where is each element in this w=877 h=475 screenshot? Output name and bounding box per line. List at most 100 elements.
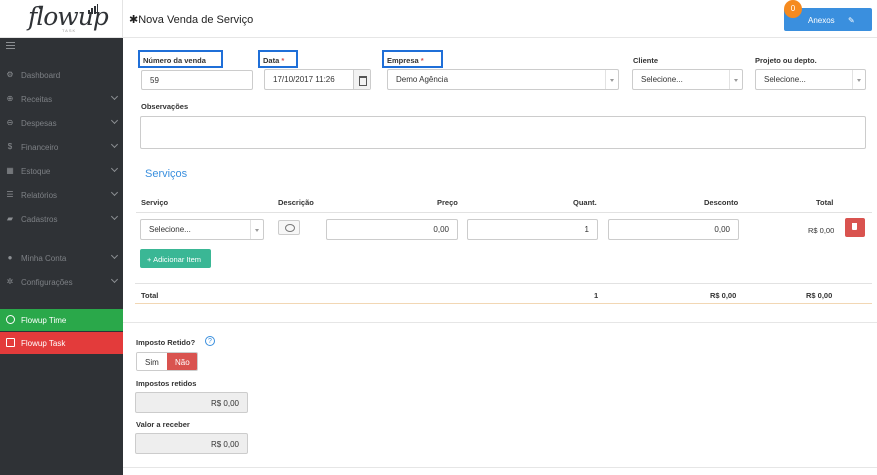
cliente-select[interactable]: Selecione... [632, 69, 743, 90]
data-label-text: Data [263, 56, 280, 65]
data-value: 17/10/2017 11:26 [273, 75, 335, 84]
sidebar-item-cadastros[interactable]: ▰ Cadastros [0, 209, 123, 229]
sim-label: Sim [145, 358, 159, 367]
dashboard-icon: ⚙ [6, 70, 14, 79]
chevron-down-icon [729, 70, 742, 89]
logo-bars-icon [88, 4, 98, 14]
projeto-label: Projeto ou depto. [755, 56, 817, 65]
question-circle-icon[interactable]: ? [205, 336, 215, 346]
flowup-task-button[interactable]: Flowup Task [0, 332, 123, 354]
col-total-header: Total [816, 198, 834, 207]
required-mark: * [281, 56, 285, 65]
calendar-icon[interactable] [353, 70, 370, 89]
sidebar-item-estoque[interactable]: ▦ Estoque [0, 161, 123, 181]
sidebar-item-minha-conta[interactable]: ● Minha Conta [0, 248, 123, 268]
impostos-retidos-value: R$ 0,00 [210, 399, 239, 408]
chevron-down-icon [110, 164, 119, 173]
servicos-title: Serviços [145, 168, 188, 180]
desconto-value: 0,00 [714, 225, 730, 234]
trash-icon[interactable] [845, 218, 865, 237]
chevron-down-icon [605, 70, 618, 89]
imposto-retido-toggle: Sim Não [136, 352, 198, 371]
dollar-icon: $ [7, 142, 13, 151]
empresa-label-text: Empresa [387, 56, 419, 65]
col-descricao-header: Descrição [278, 198, 314, 207]
sidebar-item-financeiro[interactable]: $ Financeiro [0, 137, 123, 157]
col-servico-header: Serviço [141, 198, 169, 207]
user-icon: ● [7, 253, 13, 262]
empresa-select[interactable]: Demo Agência [387, 69, 619, 90]
sidebar-item-receitas[interactable]: ⊕ Receitas [0, 89, 123, 109]
servico-select[interactable]: Selecione... [140, 219, 264, 240]
sidebar-item-label: Receitas [21, 95, 53, 104]
clock-icon [6, 315, 15, 324]
observacoes-textarea[interactable] [140, 116, 866, 149]
comment-icon[interactable] [278, 220, 300, 235]
flowup-time-label: Flowup Time [21, 316, 67, 325]
page-header: ✱Nova Venda de Serviço Anexos ✎ [123, 0, 877, 38]
servico-value: Selecione... [149, 225, 191, 234]
sidebar-item-label: Dashboard [21, 71, 61, 80]
page-title: ✱Nova Venda de Serviço [129, 13, 253, 26]
totals-row: Total 1 R$ 0,00 R$ 0,00 [135, 283, 872, 304]
impostos-retidos-label: Impostos retidos [136, 379, 197, 388]
nao-button[interactable]: Não [167, 353, 197, 370]
imposto-retido-label: Imposto Retido? [136, 338, 196, 347]
preco-value: 0,00 [433, 225, 449, 234]
menu-toggle-icon[interactable] [6, 42, 15, 49]
chevron-down-icon [110, 275, 119, 284]
logo[interactable]: flowup TASK [0, 0, 123, 38]
chevron-down-icon [110, 188, 119, 197]
preco-input[interactable]: 0,00 [326, 219, 458, 240]
required-mark: * [420, 56, 424, 65]
footer-divider [123, 467, 877, 468]
sidebar-item-label: Despesas [21, 119, 57, 128]
add-item-button[interactable]: + Adicionar Item [140, 249, 211, 268]
sidebar-item-label: Configurações [21, 278, 73, 287]
chevron-down-icon [110, 251, 119, 260]
quant-value: 1 [584, 225, 589, 234]
sidebar-item-label: Financeiro [21, 143, 59, 152]
chevron-down-icon [250, 220, 263, 239]
quant-input[interactable]: 1 [467, 219, 598, 240]
sidebar-item-label: Estoque [21, 167, 51, 176]
list-icon: ☰ [6, 190, 14, 199]
plus-circle-icon: ⊕ [6, 94, 14, 103]
paperclip-icon: ✎ [848, 16, 855, 25]
data-label: Data * [263, 56, 284, 65]
totals-quant: 1 [594, 291, 599, 300]
projeto-value: Selecione... [764, 75, 806, 84]
add-item-label: + Adicionar Item [147, 255, 201, 264]
data-input[interactable]: 17/10/2017 11:26 [264, 69, 371, 90]
chevron-down-icon [852, 70, 865, 89]
attachments-label: Anexos [808, 16, 835, 25]
sidebar-item-label: Relatórios [21, 191, 58, 200]
flowup-time-button[interactable]: Flowup Time [0, 309, 123, 331]
totals-total: R$ 0,00 [806, 291, 833, 300]
section-divider [123, 322, 877, 323]
sidebar-item-dashboard[interactable]: ⚙ Dashboard [0, 65, 123, 85]
totals-label: Total [141, 291, 159, 300]
folder-icon: ▰ [6, 214, 14, 223]
numero-label: Número da venda [143, 56, 206, 65]
impostos-retidos-field: R$ 0,00 [135, 392, 248, 413]
numero-venda-input[interactable]: 59 [141, 70, 253, 90]
cogs-icon: ✲ [6, 277, 14, 286]
sidebar-item-configuracoes[interactable]: ✲ Configurações [0, 272, 123, 292]
desconto-input[interactable]: 0,00 [608, 219, 739, 240]
plus-icon: + [147, 255, 152, 264]
sim-button[interactable]: Sim [137, 353, 167, 370]
nao-label: Não [175, 358, 190, 367]
sidebar-item-relatorios[interactable]: ☰ Relatórios [0, 185, 123, 205]
col-preco-header: Preço [437, 198, 458, 207]
attachments-count-badge: 0 [784, 0, 802, 18]
table-header-divider [136, 212, 872, 213]
col-desconto-header: Desconto [704, 198, 739, 207]
valor-receber-value: R$ 0,00 [210, 440, 239, 449]
grid-icon: ▦ [6, 166, 14, 175]
projeto-select[interactable]: Selecione... [755, 69, 866, 90]
row-total-value: R$ 0,00 [808, 226, 835, 235]
valor-receber-label: Valor a receber [136, 420, 190, 429]
page-title-text: Nova Venda de Serviço [138, 14, 254, 26]
sidebar-item-despesas[interactable]: ⊖ Despesas [0, 113, 123, 133]
